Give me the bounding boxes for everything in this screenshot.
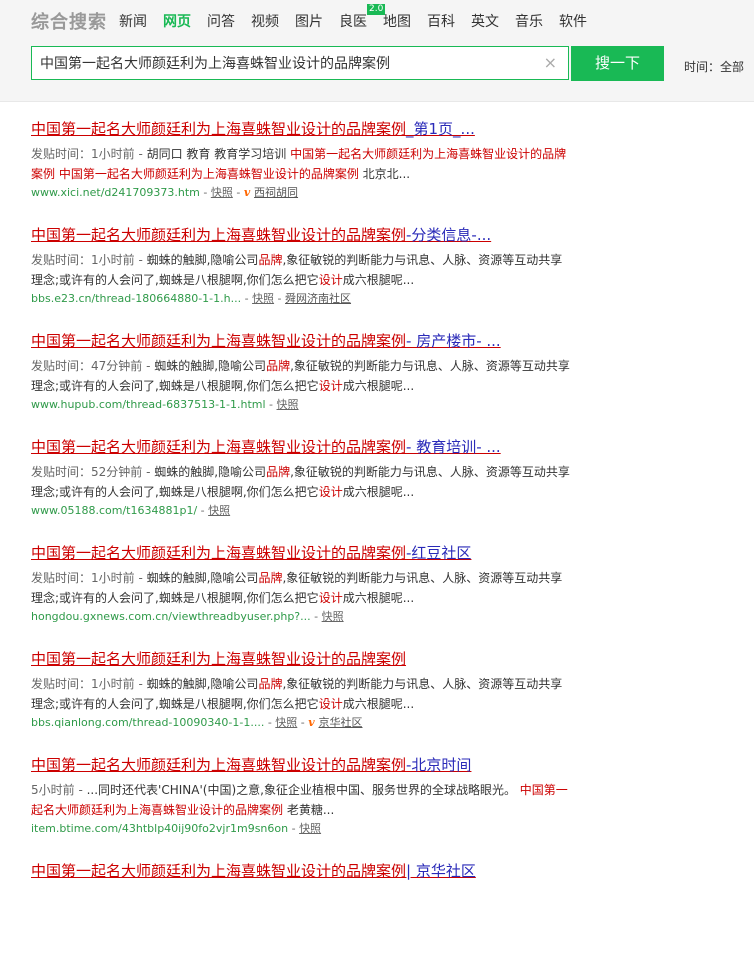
nav-tab-0[interactable]: 新闻 <box>119 11 147 31</box>
result-title-link[interactable]: 中国第一起名大师颜廷利为上海喜蛛智业设计的品牌案例| 京华社区 <box>31 860 571 882</box>
nav-tab-6[interactable]: 地图 <box>383 11 411 31</box>
site-name-link[interactable]: 京华社区 <box>319 716 363 729</box>
nav-tab-5[interactable]: 良医 <box>339 11 367 31</box>
result-snippet: 发贴时间：1小时前 - 蜘蛛的触脚,隐喻公司品牌,象征敏锐的判断能力与讯息、人脉… <box>31 253 563 287</box>
result-title-link[interactable]: 中国第一起名大师颜廷利为上海喜蛛智业设计的品牌案例 <box>31 648 571 670</box>
result-url-line: hongdou.gxnews.com.cn/viewthreadbyuser.p… <box>31 610 344 623</box>
snapshot-link[interactable]: 快照 <box>299 822 321 835</box>
result-url-line: www.05188.com/t1634881p1/ - 快照 <box>31 504 231 517</box>
snapshot-link[interactable]: 快照 <box>208 504 230 517</box>
result-url-line: item.btime.com/43htblp40ij90fo2vjr1m9sn6… <box>31 822 322 835</box>
result-title-link[interactable]: 中国第一起名大师颜廷利为上海喜蛛智业设计的品牌案例-分类信息-... <box>31 224 571 246</box>
nav-tab-3[interactable]: 视频 <box>251 11 279 31</box>
result-title-link[interactable]: 中国第一起名大师颜廷利为上海喜蛛智业设计的品牌案例-红豆社区 <box>31 542 571 564</box>
logo[interactable]: 综合搜索 <box>31 8 107 34</box>
snapshot-link[interactable]: 快照 <box>211 186 233 199</box>
site-name-link[interactable]: 舜网济南社区 <box>285 292 351 305</box>
result-item: 中国第一起名大师颜廷利为上海喜蛛智业设计的品牌案例-分类信息-... 发贴时间：1… <box>31 224 571 330</box>
result-url-line: www.hupub.com/thread-6837513-1-1.html - … <box>31 398 299 411</box>
result-url-line: www.xici.net/d241709373.htm - 快照 - v 西祠胡… <box>31 186 299 199</box>
snapshot-link[interactable]: 快照 <box>252 292 274 305</box>
result-snippet: 发贴时间：1小时前 - 胡同口 教育 教育学习培训 中国第一起名大师颜廷利为上海… <box>31 147 567 181</box>
nav-tab-9[interactable]: 音乐 <box>515 11 543 31</box>
new-badge: 2.0 <box>367 4 386 15</box>
result-snippet: 发贴时间：1小时前 - 蜘蛛的触脚,隐喻公司品牌,象征敏锐的判断能力与讯息、人脉… <box>31 571 563 605</box>
result-snippet: 发贴时间：47分钟前 - 蜘蛛的触脚,隐喻公司品牌,象征敏锐的判断能力与讯息、人… <box>31 359 570 393</box>
result-url[interactable]: www.hupub.com/thread-6837513-1-1.html <box>31 398 266 411</box>
nav-tab-7[interactable]: 百科 <box>427 11 455 31</box>
result-title-link[interactable]: 中国第一起名大师颜廷利为上海喜蛛智业设计的品牌案例- 房产楼市- ... <box>31 330 571 352</box>
snapshot-link[interactable]: 快照 <box>275 716 297 729</box>
result-url[interactable]: bbs.e23.cn/thread-180664880-1-1.h... <box>31 292 241 305</box>
clear-icon[interactable]: × <box>544 53 557 72</box>
result-snippet: 发贴时间：1小时前 - 蜘蛛的触脚,隐喻公司品牌,象征敏锐的判断能力与讯息、人脉… <box>31 677 563 711</box>
result-item: 中国第一起名大师颜廷利为上海喜蛛智业设计的品牌案例| 京华社区 <box>31 860 571 966</box>
snapshot-link[interactable]: 快照 <box>322 610 344 623</box>
result-url[interactable]: www.05188.com/t1634881p1/ <box>31 504 197 517</box>
result-item: 中国第一起名大师颜廷利为上海喜蛛智业设计的品牌案例_第1页_... 发贴时间：1小… <box>31 118 571 224</box>
result-item: 中国第一起名大师颜廷利为上海喜蛛智业设计的品牌案例发贴时间：1小时前 - 蜘蛛的… <box>31 648 571 754</box>
time-filter[interactable]: 时间：全部 <box>684 58 744 75</box>
result-item: 中国第一起名大师颜廷利为上海喜蛛智业设计的品牌案例- 房产楼市- ... 发贴时间… <box>31 330 571 436</box>
time-filter-label: 时间： <box>684 60 721 74</box>
result-url-line: bbs.e23.cn/thread-180664880-1-1.h... - 快… <box>31 292 352 305</box>
result-url[interactable]: item.btime.com/43htblp40ij90fo2vjr1m9sn6… <box>31 822 288 835</box>
nav-tab-8[interactable]: 英文 <box>471 11 499 31</box>
search-input[interactable] <box>40 53 530 73</box>
top-bar: 综合搜索 新闻网页问答视频图片良医地图百科英文音乐软件 2.0 × 搜一下 时间… <box>0 0 754 102</box>
result-url[interactable]: bbs.qianlong.com/thread-10090340-1-1.... <box>31 716 264 729</box>
results-list: 中国第一起名大师颜廷利为上海喜蛛智业设计的品牌案例_第1页_... 发贴时间：1小… <box>31 118 571 966</box>
result-title-link[interactable]: 中国第一起名大师颜廷利为上海喜蛛智业设计的品牌案例- 教育培训- ... <box>31 436 571 458</box>
result-url[interactable]: hongdou.gxnews.com.cn/viewthreadbyuser.p… <box>31 610 311 623</box>
snapshot-link[interactable]: 快照 <box>277 398 299 411</box>
result-url-line: bbs.qianlong.com/thread-10090340-1-1....… <box>31 716 363 729</box>
result-item: 中国第一起名大师颜廷利为上海喜蛛智业设计的品牌案例- 教育培训- ... 发贴时间… <box>31 436 571 542</box>
verified-icon: v <box>243 186 255 199</box>
site-name-link[interactable]: 西祠胡同 <box>254 186 298 199</box>
result-item: 中国第一起名大师颜廷利为上海喜蛛智业设计的品牌案例-红豆社区发贴时间：1小时前 … <box>31 542 571 648</box>
nav-tab-1[interactable]: 网页 <box>163 11 191 31</box>
result-snippet: 发贴时间：52分钟前 - 蜘蛛的触脚,隐喻公司品牌,象征敏锐的判断能力与讯息、人… <box>31 465 570 499</box>
nav-tab-4[interactable]: 图片 <box>295 11 323 31</box>
result-item: 中国第一起名大师颜廷利为上海喜蛛智业设计的品牌案例-北京时间 5小时前 - ...… <box>31 754 571 860</box>
time-filter-value[interactable]: 全部 <box>720 60 744 74</box>
nav-tab-2[interactable]: 问答 <box>207 11 235 31</box>
result-title-link[interactable]: 中国第一起名大师颜廷利为上海喜蛛智业设计的品牌案例-北京时间 <box>31 754 571 776</box>
search-button[interactable]: 搜一下 <box>571 46 664 81</box>
verified-icon: v <box>308 716 319 729</box>
result-title-link[interactable]: 中国第一起名大师颜廷利为上海喜蛛智业设计的品牌案例_第1页_... <box>31 118 571 140</box>
result-url[interactable]: www.xici.net/d241709373.htm <box>31 186 200 199</box>
search-box: × <box>31 46 569 80</box>
result-snippet: 5小时前 - ...同时还代表'CHINA'(中国)之意,象征企业植根中国、服务… <box>31 783 568 817</box>
nav-tab-10[interactable]: 软件 <box>559 11 587 31</box>
